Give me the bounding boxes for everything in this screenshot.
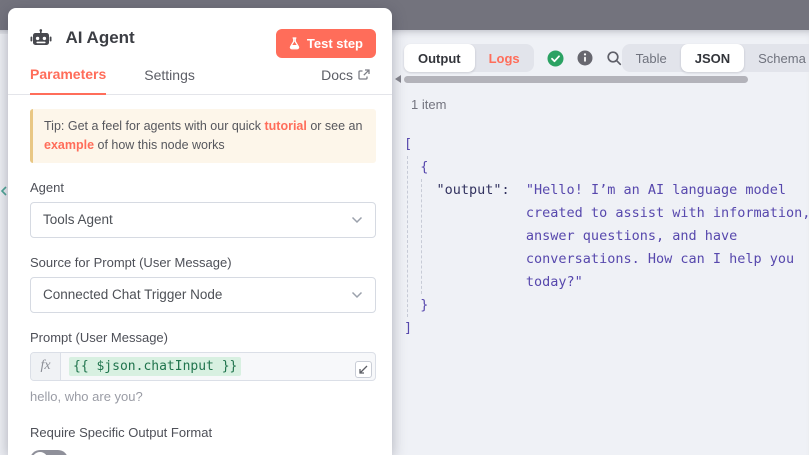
- chevron-left-icon: [0, 186, 8, 196]
- json-line: "output": "Hello! I’m an AI language mod…: [404, 179, 809, 202]
- robot-icon: [30, 29, 52, 46]
- logs-tab[interactable]: Logs: [475, 44, 534, 72]
- display-mode-switch: Table JSON Schema: [622, 44, 809, 72]
- tip-text: or see an: [307, 119, 363, 133]
- expression-field: fx {{ $json.chatInput }}: [30, 352, 376, 381]
- run-success-button[interactable]: [547, 50, 564, 67]
- json-line: }: [404, 294, 809, 317]
- json-line: answer questions, and have: [404, 225, 809, 248]
- expression-value: {{ $json.chatInput }}: [69, 357, 241, 376]
- prompt-label: Prompt (User Message): [30, 330, 372, 345]
- json-value: answer questions, and have: [404, 228, 737, 244]
- json-bracket: }: [404, 297, 428, 313]
- json-line: {: [404, 156, 809, 179]
- external-link-icon: [358, 69, 370, 81]
- search-button[interactable]: [606, 50, 622, 66]
- table-tab[interactable]: Table: [622, 44, 681, 72]
- node-header: AI Agent Test step: [8, 8, 392, 60]
- search-icon: [606, 50, 622, 66]
- tip-banner: Tip: Get a feel for agents with our quic…: [30, 109, 376, 163]
- flask-icon: [289, 37, 300, 50]
- example-link[interactable]: example: [44, 138, 94, 152]
- json-key: "output":: [404, 182, 526, 198]
- tutorial-link[interactable]: tutorial: [264, 119, 306, 133]
- agent-label: Agent: [30, 180, 372, 195]
- docs-link[interactable]: Docs: [321, 67, 370, 94]
- parameters-form: Tip: Get a feel for agents with our quic…: [8, 95, 392, 455]
- test-step-label: Test step: [307, 36, 363, 51]
- output-logs-switch: Output Logs: [404, 44, 534, 72]
- json-value: created to assist with information,: [404, 205, 809, 221]
- horizontal-scrollbar[interactable]: [395, 75, 748, 83]
- chevron-down-icon: [351, 291, 363, 299]
- info-circle-icon: [577, 50, 593, 66]
- json-bracket: [: [404, 136, 412, 152]
- scrollbar-thumb[interactable]: [404, 76, 748, 83]
- docs-label: Docs: [321, 67, 353, 83]
- agent-select[interactable]: Tools Agent: [30, 202, 376, 238]
- input-panel-collapsed[interactable]: [0, 34, 8, 455]
- json-bracket: {: [404, 159, 428, 175]
- tip-text: Tip: Get a feel for agents with our quic…: [44, 119, 264, 133]
- output-format-label: Require Specific Output Format: [30, 425, 372, 440]
- prompt-source-select[interactable]: Connected Chat Trigger Node: [30, 277, 376, 313]
- prompt-source-label: Source for Prompt (User Message): [30, 255, 372, 270]
- json-line: [: [404, 133, 809, 156]
- json-line: conversations. How can I help you: [404, 248, 809, 271]
- expand-expression-button[interactable]: [355, 361, 372, 378]
- output-format-toggle[interactable]: [30, 450, 68, 455]
- json-line: ]: [404, 317, 809, 340]
- schema-tab[interactable]: Schema: [744, 44, 809, 72]
- expand-icon: [359, 365, 368, 374]
- items-count: 1 item: [411, 97, 446, 112]
- json-line: today?": [404, 271, 809, 294]
- tab-settings-label: Settings: [144, 67, 195, 83]
- output-tab[interactable]: Output: [404, 44, 475, 72]
- prompt-source-select-value: Connected Chat Trigger Node: [43, 287, 222, 302]
- json-line: created to assist with information,: [404, 202, 809, 225]
- toggle-knob: [32, 452, 48, 455]
- json-tab[interactable]: JSON: [681, 44, 744, 72]
- json-viewer[interactable]: [ { "output": "Hello! I’m an AI language…: [404, 133, 809, 340]
- fx-badge: fx: [31, 353, 61, 380]
- json-bracket: ]: [404, 320, 412, 336]
- output-panel-controls: Output Logs Table JSON Schema: [404, 44, 795, 72]
- node-settings-panel: AI Agent Test step Parameters Settings D…: [8, 8, 392, 455]
- test-step-button[interactable]: Test step: [276, 29, 376, 58]
- tab-parameters-label: Parameters: [30, 66, 106, 82]
- agent-select-value: Tools Agent: [43, 212, 113, 227]
- tab-settings[interactable]: Settings: [144, 67, 195, 94]
- json-value: "Hello! I’m an AI language model: [526, 182, 786, 198]
- success-check-icon: [547, 50, 564, 67]
- prompt-hint: hello, who are you?: [30, 389, 372, 404]
- tip-text: of how this node works: [94, 138, 225, 152]
- json-value: conversations. How can I help you: [404, 251, 794, 267]
- node-tab-bar: Parameters Settings Docs: [8, 60, 392, 95]
- chevron-down-icon: [351, 216, 363, 224]
- info-button[interactable]: [577, 50, 593, 66]
- tab-parameters[interactable]: Parameters: [30, 66, 106, 95]
- node-title: AI Agent: [65, 28, 134, 47]
- json-value: today?": [404, 274, 583, 290]
- expression-input[interactable]: {{ $json.chatInput }}: [61, 353, 375, 380]
- scroll-left-arrow-icon[interactable]: [395, 75, 401, 83]
